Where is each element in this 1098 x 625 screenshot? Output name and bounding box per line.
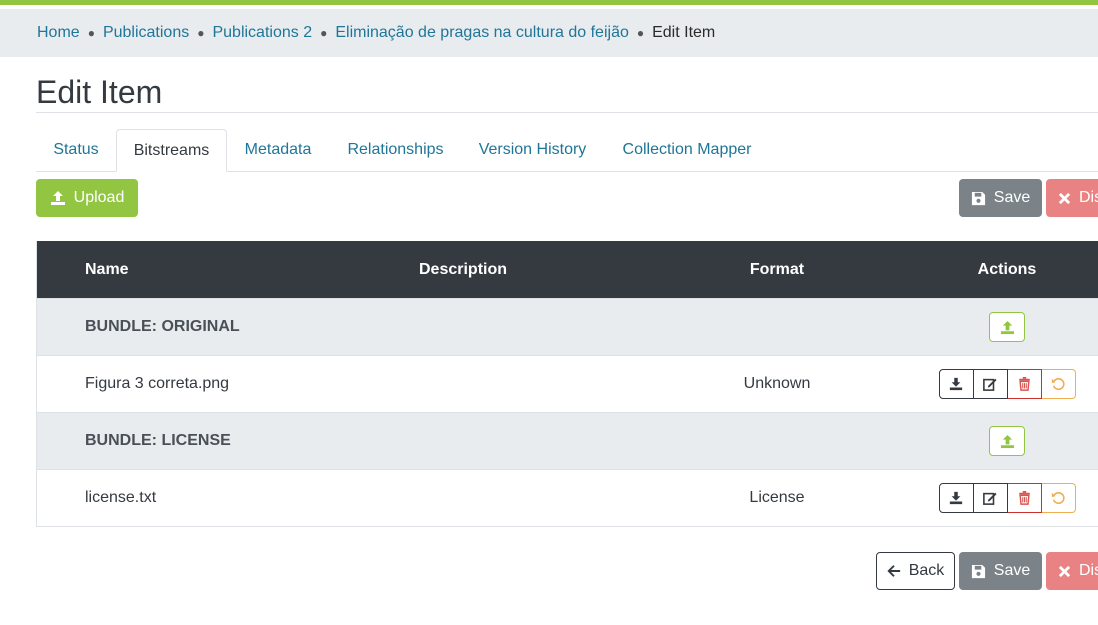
bitstreams-table: Name Description Format Actions BUNDLE: … xyxy=(36,241,1098,527)
file-name: license.txt xyxy=(85,489,157,506)
discard-label: Dis xyxy=(1079,189,1098,206)
file-format: Unknown xyxy=(743,375,811,392)
table-row: Figura 3 correta.png Unknown xyxy=(37,355,1098,412)
breadcrumb-separator: ● xyxy=(636,26,645,40)
file-actions xyxy=(938,369,1076,399)
bundle-label: BUNDLE: LICENSE xyxy=(85,432,231,449)
edit-button[interactable] xyxy=(973,483,1008,513)
table-row: license.txt License xyxy=(37,469,1098,526)
upload-label: Upload xyxy=(73,189,125,206)
discard-button[interactable]: Dis xyxy=(1046,179,1098,217)
breadcrumb-publications[interactable]: Publications xyxy=(103,24,189,42)
x-icon xyxy=(1058,565,1071,577)
tab-collection-mapper[interactable]: Collection Mapper xyxy=(603,129,771,171)
tab-relationships[interactable]: Relationships xyxy=(329,129,462,171)
bundle-upload-button[interactable] xyxy=(989,426,1025,456)
download-button[interactable] xyxy=(938,369,974,399)
trash-icon xyxy=(1018,377,1030,391)
tab-metadata[interactable]: Metadata xyxy=(227,129,329,171)
back-label: Back xyxy=(908,562,945,579)
title-divider xyxy=(36,112,1098,113)
x-icon xyxy=(1058,192,1071,204)
back-button[interactable]: Back xyxy=(876,552,955,590)
file-name: Figura 3 correta.png xyxy=(85,375,230,392)
breadcrumb-separator: ● xyxy=(320,26,328,40)
column-header-description: Description xyxy=(419,260,508,278)
file-format: License xyxy=(749,489,805,506)
edit-icon xyxy=(983,378,997,391)
column-header-name: Name xyxy=(85,260,129,278)
column-header-actions: Actions xyxy=(977,260,1037,278)
file-actions xyxy=(938,483,1076,513)
undo-button[interactable] xyxy=(1041,483,1076,513)
floppy-disk-icon xyxy=(971,564,985,578)
column-header-format: Format xyxy=(749,260,805,278)
undo-button[interactable] xyxy=(1041,369,1076,399)
save-button[interactable]: Save xyxy=(959,179,1042,217)
tab-bar: Status Bitstreams Metadata Relationships… xyxy=(36,129,1098,172)
bundle-upload-button[interactable] xyxy=(989,312,1025,342)
delete-button[interactable] xyxy=(1007,369,1042,399)
breadcrumb-home[interactable]: Home xyxy=(37,24,80,42)
tab-status[interactable]: Status xyxy=(36,129,116,171)
top-accent-bar xyxy=(0,0,1098,5)
undo-icon xyxy=(1051,492,1065,505)
edit-icon xyxy=(983,492,997,505)
discard-button-bottom[interactable]: Dis xyxy=(1046,552,1098,590)
delete-button[interactable] xyxy=(1007,483,1042,513)
undo-icon xyxy=(1051,378,1065,391)
breadcrumb-separator: ● xyxy=(197,26,205,40)
breadcrumb: Home ● Publications ● Publications 2 ● E… xyxy=(0,9,1098,57)
tab-version-history[interactable]: Version History xyxy=(462,129,603,171)
floppy-disk-icon xyxy=(971,191,985,205)
bundle-row-original: BUNDLE: ORIGINAL xyxy=(37,298,1098,355)
upload-icon xyxy=(1000,320,1014,334)
breadcrumb-item[interactable]: Eliminação de pragas na cultura do feijã… xyxy=(335,24,629,42)
bundle-row-license: BUNDLE: LICENSE xyxy=(37,412,1098,469)
breadcrumb-separator: ● xyxy=(87,26,95,40)
edit-button[interactable] xyxy=(973,369,1008,399)
download-button[interactable] xyxy=(938,483,974,513)
save-button-bottom[interactable]: Save xyxy=(959,552,1042,590)
upload-icon xyxy=(50,191,65,205)
upload-button[interactable]: Upload xyxy=(36,179,138,217)
arrow-left-icon xyxy=(887,565,900,577)
page-title: Edit Item xyxy=(36,74,163,110)
download-icon xyxy=(949,491,963,505)
save-label: Save xyxy=(993,189,1031,206)
breadcrumb-current: Edit Item xyxy=(652,24,716,41)
bundle-label: BUNDLE: ORIGINAL xyxy=(85,318,240,335)
discard-label: Dis xyxy=(1079,562,1098,579)
upload-icon xyxy=(1000,434,1014,448)
download-icon xyxy=(949,377,963,391)
table-header: Name Description Format Actions xyxy=(37,241,1098,298)
trash-icon xyxy=(1018,491,1030,505)
save-label: Save xyxy=(993,562,1031,579)
breadcrumb-publications-2[interactable]: Publications 2 xyxy=(212,24,312,42)
tab-bitstreams[interactable]: Bitstreams xyxy=(116,129,227,172)
